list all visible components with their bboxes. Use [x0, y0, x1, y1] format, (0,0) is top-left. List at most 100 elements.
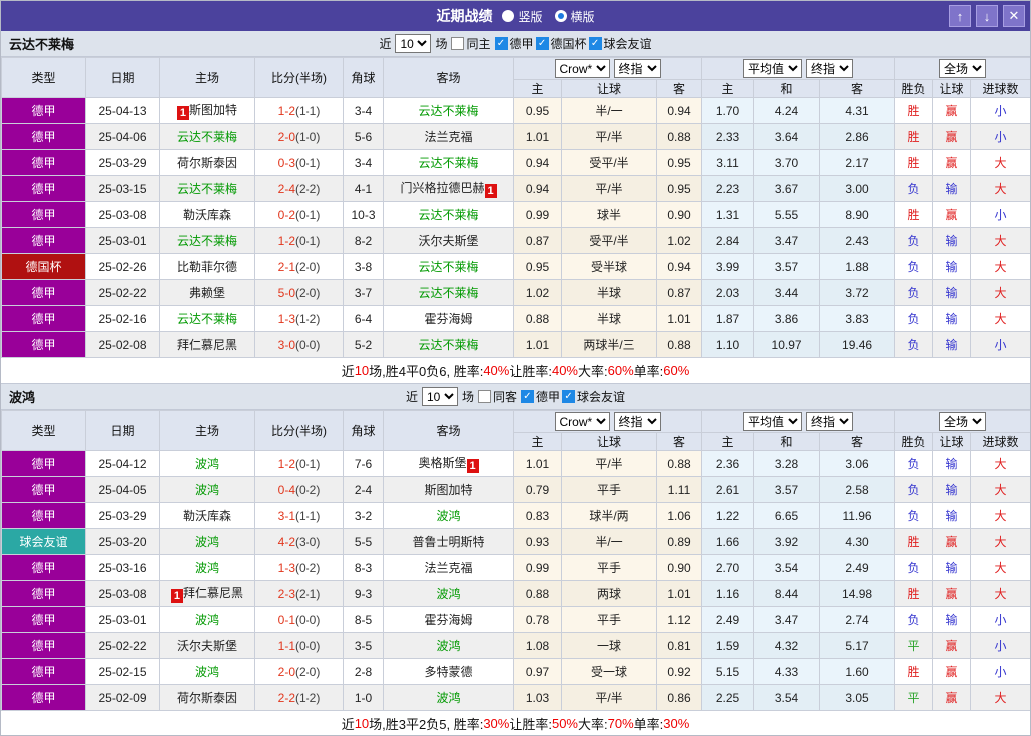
average-select[interactable]: 平均值	[743, 412, 803, 431]
home-team-cell: 荷尔斯泰因	[159, 684, 255, 711]
summary-segment: 60%	[607, 363, 634, 378]
odds-away-cell: 0.94	[655, 97, 703, 124]
avg-away-cell: 4.31	[819, 97, 896, 124]
close-button[interactable]: ✕	[1003, 5, 1025, 27]
same-venue-filter[interactable]: 同主	[451, 35, 491, 52]
team-label: 沃尔夫斯堡	[176, 639, 237, 653]
corner-cell: 5-2	[343, 331, 384, 358]
match-row: 德甲 25-02-22 沃尔夫斯堡 1-1(0-0) 3-5 波鸿 1.08 一球 0.81 1.…	[1, 632, 1030, 659]
match-row: 德甲 25-04-06 云达不莱梅 2-0(1-0) 5-6 法兰克福 1.01 平/半 0.8…	[1, 123, 1030, 150]
match-row: 德甲 25-03-16 波鸿 1-3(0-2) 8-3 法兰克福 0.99 平手 0.90 2.7…	[1, 554, 1030, 581]
league-checkbox[interactable]: ✓	[521, 390, 534, 403]
result-handicap-cell: 输	[932, 305, 972, 332]
league-checkbox[interactable]: ✓	[535, 37, 549, 50]
score-cell: 2-2(1-2)	[254, 684, 344, 711]
odds-home-cell: 0.99	[513, 201, 562, 228]
team-label: 法兰克福	[424, 561, 473, 575]
final-odds-select[interactable]: 终指	[613, 59, 661, 78]
avg-away-cell: 3.00	[819, 175, 896, 202]
result-goals-cell: 大	[970, 279, 1030, 306]
league-filter[interactable]: ✓ 球会友谊	[562, 388, 625, 405]
handicap-cell: 两球	[561, 580, 657, 607]
league-filters: ✓ 德甲 ✓ 德国杯 ✓ 球会友谊	[494, 35, 652, 52]
odds-away-cell: 0.89	[655, 528, 703, 555]
avg-home-cell: 2.36	[701, 450, 755, 477]
avg-draw-cell: 3.70	[753, 149, 821, 176]
same-venue-filter[interactable]: 同客	[477, 388, 517, 405]
match-row: 德甲 25-03-15 云达不莱梅 2-4(2-2) 4-1 门兴格拉德巴赫 1 0.94 平/…	[1, 175, 1030, 202]
team-label: 波鸿	[194, 457, 219, 471]
odds-away-cell: 0.87	[655, 279, 703, 306]
move-down-button[interactable]: ↓	[976, 5, 998, 27]
fulltime-score: 1-2	[277, 233, 295, 248]
league-checkbox[interactable]: ✓	[494, 37, 508, 50]
team-label: 比勒菲尔德	[176, 260, 237, 274]
radio-horizontal-layout[interactable]: 横版	[554, 8, 595, 25]
team-label: 普鲁士明斯特	[412, 535, 485, 549]
result-outcome-cell: 负	[894, 476, 934, 503]
home-team-cell: 云达不莱梅	[159, 123, 255, 150]
score-cell: 0-2(0-1)	[254, 201, 344, 228]
date-cell: 25-04-06	[85, 123, 160, 150]
radio-button-icon[interactable]	[502, 10, 515, 22]
team-label: 波鸿	[194, 561, 219, 575]
red-card-icon: 1	[466, 459, 479, 473]
sub-header-cell: 让球	[561, 79, 657, 98]
radio-button-icon[interactable]	[554, 10, 567, 22]
handicap-cell: 球半	[561, 201, 657, 228]
result-goals-cell: 大	[970, 554, 1030, 581]
team-label: 云达不莱梅	[176, 182, 237, 196]
final-average-select[interactable]: 终指	[806, 59, 854, 78]
sub-header-cell: 主	[513, 432, 562, 451]
league-filter[interactable]: ✓ 德甲	[521, 388, 560, 405]
radio-vertical-label: 竖版	[518, 9, 543, 24]
sub-header-cell: 让球	[932, 432, 972, 451]
radio-vertical-layout[interactable]: 竖版	[502, 8, 543, 25]
result-outcome-cell: 负	[894, 606, 934, 633]
away-team-cell: 波鸿	[383, 684, 514, 711]
result-outcome-cell: 胜	[894, 658, 934, 685]
avg-away-cell: 2.43	[819, 227, 896, 254]
handicap-cell: 平手	[561, 476, 657, 503]
team-label: 斯图加特	[424, 483, 473, 497]
odds-home-cell: 0.94	[513, 149, 562, 176]
same-venue-label: 同客	[492, 390, 517, 404]
sub-header-cell: 让球	[561, 432, 657, 451]
result-handicap-cell: 赢	[932, 684, 972, 711]
odds-source-select[interactable]: Crow*	[554, 412, 610, 431]
league-filter[interactable]: ✓ 德甲	[494, 35, 534, 52]
result-outcome-cell: 胜	[894, 201, 934, 228]
halftime-score: (2-0)	[295, 285, 321, 300]
final-average-select[interactable]: 终指	[806, 412, 854, 431]
away-team-cell: 云达不莱梅	[383, 331, 514, 358]
avg-home-cell: 2.70	[701, 554, 755, 581]
recent-results-panel: 近期战绩 竖版 横版 ↑ ↓ ✕ 云达不莱梅 近 10 场 同主 ✓ 德甲 ✓ …	[0, 0, 1031, 736]
avg-draw-cell: 3.57	[753, 253, 821, 280]
date-cell: 25-02-22	[85, 632, 160, 659]
fulltime-select[interactable]: 全场	[939, 412, 987, 431]
result-handicap-cell: 赢	[932, 123, 972, 150]
league-filter[interactable]: ✓ 球会友谊	[588, 35, 652, 52]
same-venue-checkbox[interactable]	[477, 390, 491, 403]
close-icon: ✕	[1008, 8, 1020, 23]
summary-segment: 40%	[483, 363, 510, 378]
near-label: 近	[379, 37, 392, 51]
summary-segment: 40%	[551, 363, 578, 378]
odds-home-cell: 0.83	[513, 502, 562, 529]
halftime-score: (2-0)	[295, 664, 321, 679]
match-count-select[interactable]: 10	[395, 34, 432, 53]
halftime-score: (1-0)	[295, 129, 321, 144]
match-count-select[interactable]: 10	[421, 387, 458, 406]
team-label: 波鸿	[436, 691, 461, 705]
final-odds-select[interactable]: 终指	[613, 412, 661, 431]
same-venue-checkbox[interactable]	[451, 37, 465, 50]
league-filter[interactable]: ✓ 德国杯	[535, 35, 587, 52]
league-checkbox[interactable]: ✓	[588, 37, 602, 50]
move-up-button[interactable]: ↑	[949, 5, 971, 27]
odds-source-select[interactable]: Crow*	[554, 59, 610, 78]
league-checkbox[interactable]: ✓	[562, 390, 576, 403]
summary-row: 近 10 场,胜4平0负6, 胜率: 40% 让胜率: 40% 大率: 60% 单率: 60…	[1, 358, 1030, 384]
fulltime-select[interactable]: 全场	[939, 59, 987, 78]
date-cell: 25-04-12	[85, 450, 160, 477]
average-select[interactable]: 平均值	[743, 59, 803, 78]
